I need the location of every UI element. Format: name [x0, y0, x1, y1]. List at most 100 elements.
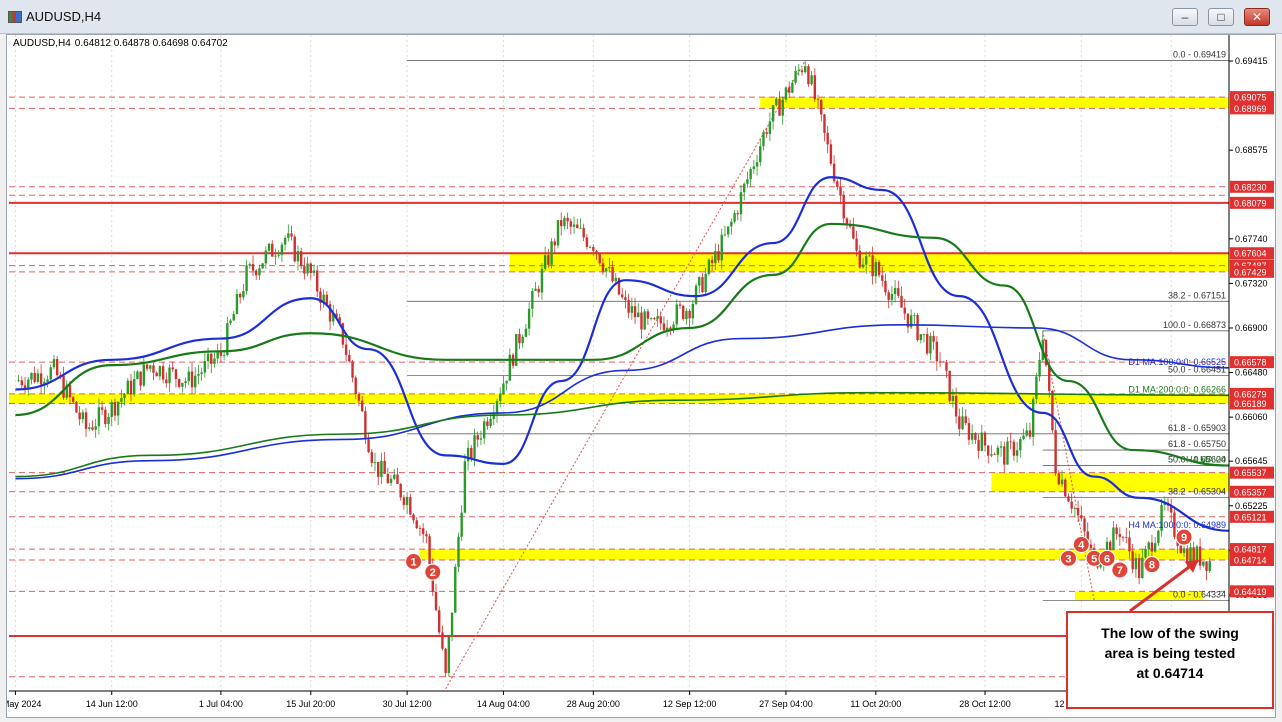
- candle-body: [900, 295, 903, 308]
- callout-line-1: The low of the swing: [1101, 625, 1239, 641]
- candle-body: [62, 375, 65, 398]
- chart-header: AUDUSD,H4 0.64812 0.64878 0.64698 0.64702: [13, 38, 228, 49]
- candle-body: [1131, 551, 1134, 570]
- candle-body: [20, 380, 24, 386]
- candle-body: [958, 416, 961, 430]
- candle-body: [836, 181, 839, 188]
- candle-body: [531, 290, 534, 309]
- candle-body: [614, 278, 617, 282]
- fibonacci-diagonals: [445, 60, 1095, 690]
- candle-body: [1144, 549, 1147, 558]
- candle-body: [659, 316, 662, 324]
- candle-body: [858, 250, 861, 268]
- candle-body: [486, 421, 489, 426]
- candle-body: [534, 288, 537, 291]
- candle-body: [685, 310, 688, 320]
- candle-body: [78, 412, 81, 420]
- candle-body: [283, 237, 287, 245]
- candle-body: [251, 264, 255, 271]
- candle-body: [72, 397, 75, 402]
- candle-body: [1028, 430, 1032, 437]
- candle-body: [434, 591, 438, 611]
- candle-body: [499, 394, 502, 402]
- candle-body: [797, 70, 800, 72]
- candle-body: [293, 236, 296, 262]
- candle-body: [367, 439, 370, 453]
- candle-body: [518, 334, 521, 344]
- x-tick-label: 14 Jun 12:00: [86, 699, 138, 709]
- candle-body: [820, 100, 823, 115]
- candle-body: [126, 380, 129, 395]
- candle-body: [762, 132, 765, 147]
- candle-body: [1192, 547, 1195, 561]
- y-tick-label: 0.66480: [1235, 368, 1268, 378]
- price-label-text: 0.67604: [1234, 249, 1267, 259]
- candle-body: [794, 70, 797, 83]
- candle-body: [887, 292, 890, 300]
- candle-body: [187, 371, 190, 382]
- candle-body: [299, 251, 303, 267]
- chart-window-icon: [8, 11, 22, 23]
- candle-body: [242, 291, 245, 298]
- candle-body: [370, 452, 373, 463]
- candle-body: [447, 636, 451, 673]
- candle-body: [640, 312, 643, 330]
- candle-body: [983, 432, 987, 446]
- y-tick-label: 0.69415: [1235, 56, 1268, 66]
- price-label-text: 0.64714: [1234, 556, 1267, 566]
- candle-body: [569, 221, 573, 227]
- minimize-button[interactable]: –: [1172, 8, 1198, 26]
- candle-body: [694, 285, 698, 304]
- candle-body: [1015, 450, 1019, 456]
- candle-body: [566, 217, 569, 222]
- fib-label: 0.0 - 0.64334: [1173, 589, 1226, 599]
- candle-body: [765, 132, 768, 134]
- candle-body: [377, 461, 380, 477]
- close-button[interactable]: ✕: [1244, 8, 1270, 26]
- candle-body: [961, 416, 964, 430]
- candle-body: [1003, 446, 1006, 465]
- x-tick-label: 1 Jul 04:00: [199, 699, 243, 709]
- fibonacci-levels: 0.0 - 0.69419 38.2 - 0.67151 100.0 - 0.668…: [407, 50, 1229, 601]
- candle-body: [213, 358, 216, 364]
- candle-body: [791, 82, 794, 93]
- restore-button[interactable]: □: [1208, 8, 1234, 26]
- candle-body: [351, 361, 354, 378]
- candle-body: [595, 250, 598, 254]
- fib-label: 100.0 - 0.66873: [1163, 320, 1226, 330]
- candle-body: [364, 411, 367, 440]
- marker-label: 3: [1065, 553, 1071, 565]
- candle-body: [409, 497, 412, 515]
- candle-body: [383, 460, 386, 474]
- candle-body: [855, 238, 858, 251]
- y-tick-label: 0.66060: [1235, 412, 1268, 422]
- candle-body: [267, 243, 271, 251]
- candle-body: [502, 383, 505, 395]
- candle-body: [200, 372, 203, 375]
- callout-line-3: at 0.64714: [1136, 665, 1204, 681]
- candle-body: [871, 255, 874, 277]
- candle-body: [964, 416, 967, 424]
- candle-body: [643, 311, 646, 330]
- candle-body: [1025, 430, 1028, 436]
- candle-body: [996, 447, 1000, 455]
- marker-label: 2: [430, 567, 436, 579]
- candle-body: [120, 397, 123, 402]
- candle-body: [133, 379, 136, 395]
- candle-body: [155, 372, 158, 377]
- marker-label: 8: [1149, 560, 1155, 572]
- marker-label: 1: [410, 556, 416, 568]
- candle-body: [181, 382, 184, 387]
- candle-body: [206, 353, 210, 362]
- candle-body: [290, 233, 293, 237]
- candle-body: [142, 364, 146, 386]
- candle-body: [1202, 561, 1205, 566]
- candle-body: [781, 99, 784, 116]
- candle-body: [470, 448, 473, 459]
- marker-label: 6: [1104, 553, 1110, 565]
- candle-body: [168, 367, 171, 384]
- candle-body: [865, 256, 868, 265]
- candle-body: [152, 365, 155, 373]
- candle-body: [23, 385, 27, 389]
- candle-body: [916, 315, 919, 341]
